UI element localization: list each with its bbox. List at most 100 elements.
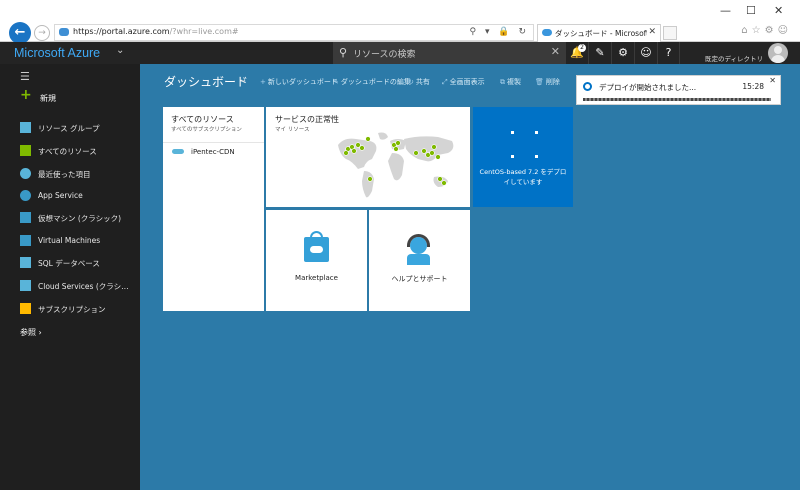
tile-service-health[interactable]: サービスの正常性 マイ リソース xyxy=(266,107,470,207)
toolbar-icon: ⧉ xyxy=(500,78,505,86)
toolbar-icon: ✎ xyxy=(333,78,339,86)
sidebar-item-label: 最近使った項目 xyxy=(38,170,91,179)
sidebar-item-label: すべてのリソース xyxy=(38,147,97,156)
sidebar-item[interactable]: サブスクリプション xyxy=(0,299,140,319)
notification-badge: 2 xyxy=(578,44,586,52)
sidebar-item-browse[interactable]: 参照 › xyxy=(20,327,42,338)
list-item[interactable]: iPentec-CDN xyxy=(163,144,264,160)
search-icon: ⚲ xyxy=(339,46,348,59)
menu-icon[interactable]: ☰ xyxy=(20,70,30,83)
chevron-down-icon[interactable]: ⌄ xyxy=(239,74,247,85)
toolbar-label: 複製 xyxy=(507,78,521,86)
sidebar-new-label: 新規 xyxy=(40,94,56,103)
toolbar-button[interactable]: ✎ ダッシュボードの編集 xyxy=(333,77,411,87)
chevron-right-icon: › xyxy=(38,328,42,337)
sidebar-item-label: 仮想マシン (クラシック) xyxy=(38,214,122,223)
tile-label: Marketplace xyxy=(295,274,338,282)
tile-subtitle: マイ リソース xyxy=(275,127,310,133)
browser-tools[interactable]: ⌂☆⚙☺ xyxy=(741,25,792,36)
toolbar-button[interactable]: ↻ 共有 xyxy=(408,77,430,87)
resource-search[interactable]: ⚲ リソースの検索 ✕ xyxy=(333,42,565,64)
toolbar-button[interactable]: ⧉ 複製 xyxy=(500,77,521,87)
directory-label[interactable]: 既定のディレクトリ xyxy=(705,53,763,63)
minimize-icon[interactable]: — xyxy=(720,4,731,17)
toolbar-icon: ⤢ xyxy=(442,78,448,86)
progress-bar xyxy=(583,98,771,101)
toolbar-button[interactable]: 🗑 削除 xyxy=(535,77,560,87)
monitor-icon xyxy=(20,212,31,223)
sidebar-item[interactable]: Virtual Machines xyxy=(0,231,140,251)
deploy-info-icon xyxy=(583,82,592,91)
sidebar-item-label: リソース グループ xyxy=(38,124,100,133)
search-input[interactable]: リソースの検索 xyxy=(353,47,416,60)
tile-title: すべてのリソース xyxy=(171,115,234,124)
cube-icon xyxy=(20,122,31,133)
browser-tab-dashboard[interactable]: ダッシュボード - Microsoft Azure ✕ xyxy=(537,24,661,42)
key-icon xyxy=(20,303,31,314)
close-window-icon[interactable]: ✕ xyxy=(774,4,783,17)
sidebar-item[interactable]: 仮想マシン (クラシック) xyxy=(0,208,140,228)
azure-cloud-icon xyxy=(542,29,552,36)
notification-toast[interactable]: デプロイが開始されました... 15:28 ✕ xyxy=(576,75,781,105)
toolbar-icon: + xyxy=(260,78,266,86)
globe-icon xyxy=(20,190,31,201)
sidebar-item[interactable]: Cloud Services (クラシック) xyxy=(0,276,140,296)
sidebar-item-label: Virtual Machines xyxy=(38,236,101,245)
maximize-icon[interactable]: ☐ xyxy=(746,4,756,17)
sidebar-item-label: Cloud Services (クラシック) xyxy=(38,282,136,291)
site-icon xyxy=(59,28,69,36)
sidebar-item[interactable]: リソース グループ xyxy=(0,118,140,138)
sidebar-item-new[interactable]: + 新規 xyxy=(20,87,140,105)
brand-logo[interactable]: Microsoft Azure xyxy=(14,46,100,60)
sidebar-item[interactable]: SQL データベース xyxy=(0,253,140,273)
monitor-icon xyxy=(20,235,31,246)
tile-deploying[interactable]: CentOS-based 7.2 をデプロイしています xyxy=(473,107,573,207)
cdn-cloud-icon xyxy=(172,149,184,154)
deploying-text: CentOS-based 7.2 をデプロイしています xyxy=(479,168,567,186)
sidebar-item[interactable]: 最近使った項目 xyxy=(0,164,140,184)
database-icon xyxy=(20,257,31,268)
tile-title: サービスの正常性 xyxy=(275,115,339,124)
help-icon[interactable]: ? xyxy=(657,42,680,64)
tile-subtitle: すべてのサブスクリプション xyxy=(171,127,242,133)
notification-text: デプロイが開始されました... xyxy=(599,83,697,92)
smiley-icon[interactable]: ☺ xyxy=(634,42,657,64)
toolbar-label: 新しいダッシュボード xyxy=(267,78,338,86)
toolbar-button[interactable]: ⤢ 全画面表示 xyxy=(442,77,485,87)
url-text: https://portal.azure.com/?whr=live.com# xyxy=(73,27,239,36)
back-button[interactable]: ← xyxy=(9,22,31,44)
toolbar-button[interactable]: + 新しいダッシュボード xyxy=(260,77,338,87)
resource-name: iPentec-CDN xyxy=(191,148,235,156)
new-tab-button[interactable] xyxy=(663,26,677,40)
page-title: ダッシュボード xyxy=(164,75,249,89)
tile-help-support[interactable]: ヘルプとサポート xyxy=(369,210,470,311)
toolbar-icon: ↻ xyxy=(408,78,414,86)
avatar[interactable] xyxy=(768,43,788,63)
divider xyxy=(163,142,264,143)
notifications-button[interactable]: 🔔 2 xyxy=(565,42,588,64)
url-input[interactable]: https://portal.azure.com/?whr=live.com# … xyxy=(54,24,534,41)
tile-all-resources[interactable]: すべてのリソース すべてのサブスクリプション iPentec-CDN xyxy=(163,107,264,311)
sidebar: ☰ + 新規 リソース グループ すべてのリソース 最近使った項目 App Servi… xyxy=(0,64,140,490)
sidebar-item-label: SQL データベース xyxy=(38,259,100,268)
forward-button[interactable]: → xyxy=(34,25,50,41)
close-icon[interactable]: ✕ xyxy=(769,76,776,85)
gear-icon[interactable]: ⚙ xyxy=(611,42,634,64)
tab-close-icon[interactable]: ✕ xyxy=(648,27,656,37)
tile-marketplace[interactable]: Marketplace xyxy=(266,210,367,311)
tab-title: ダッシュボード - Microsoft Azure xyxy=(555,29,647,38)
clear-search-icon[interactable]: ✕ xyxy=(551,45,560,58)
plus-icon: + xyxy=(20,87,32,103)
sidebar-item[interactable]: すべてのリソース xyxy=(0,141,140,161)
tile-label: ヘルプとサポート xyxy=(391,275,448,283)
grid-icon xyxy=(20,145,31,156)
dashboard: ダッシュボード ⌄ + 新しいダッシュボード ✎ ダッシュボードの編集 ↻ 共有 ⤢ 全画面表… xyxy=(140,64,800,490)
toolbar-label: ダッシュボードの編集 xyxy=(340,78,411,86)
url-actions[interactable]: ⚲ ▾ 🔒 ↻ xyxy=(470,27,529,37)
pencil-icon[interactable]: ✎ xyxy=(588,42,611,64)
sidebar-item[interactable]: App Service xyxy=(0,186,140,206)
chevron-down-icon[interactable]: ⌄ xyxy=(116,45,124,56)
clock-icon xyxy=(20,168,31,179)
toolbar-icon: 🗑 xyxy=(535,78,544,86)
toolbar-label: 削除 xyxy=(545,78,560,86)
